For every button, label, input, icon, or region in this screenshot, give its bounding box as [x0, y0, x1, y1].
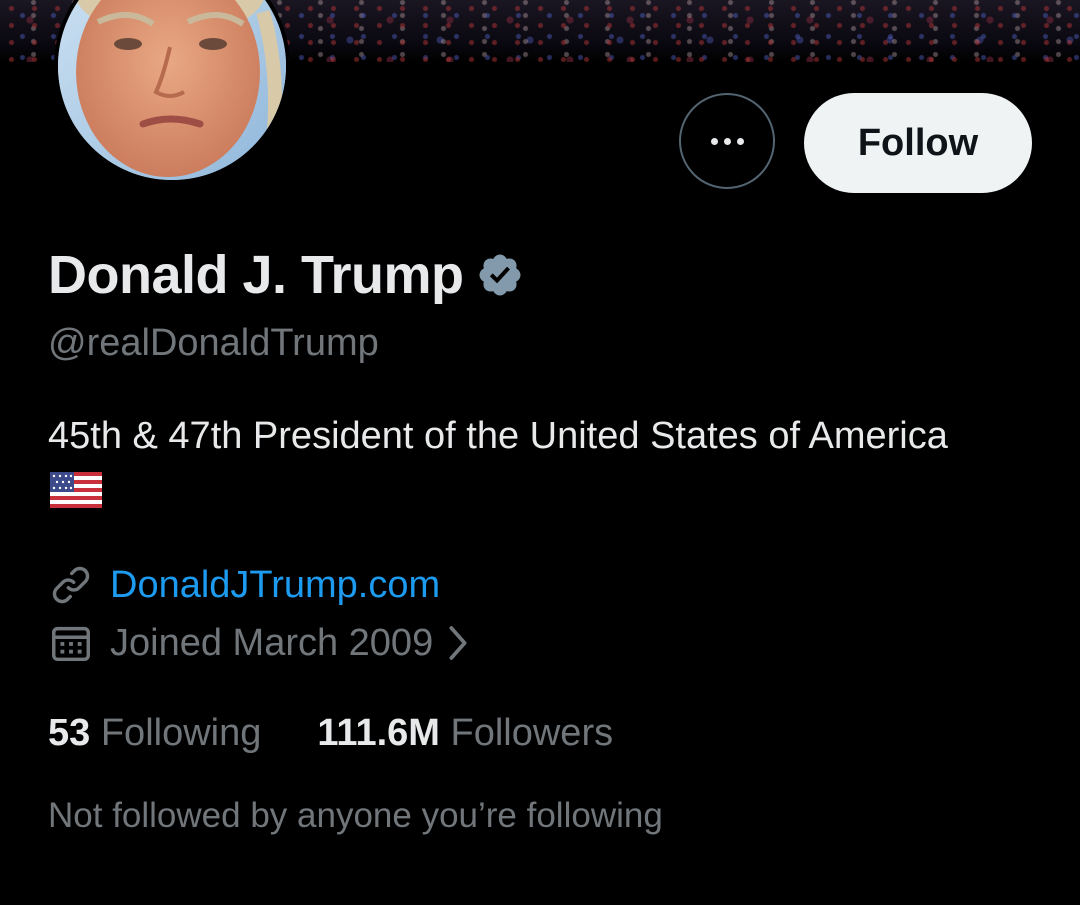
bio: 45th & 47th President of the United Stat… — [48, 408, 948, 520]
calendar-icon — [52, 626, 90, 662]
avatar-image — [58, 0, 286, 180]
followers-label: Followers — [450, 712, 614, 754]
name-row: Donald J. Trump — [48, 244, 524, 306]
joined-date: Joined March 2009 — [110, 621, 434, 664]
followers-count: 111.6M — [317, 712, 440, 754]
followed-by-context: Not followed by anyone you’re following — [48, 796, 663, 835]
website-row: DonaldJTrump.com — [48, 562, 440, 608]
followers-stat[interactable]: 111.6M Followers — [317, 712, 613, 755]
following-stat[interactable]: 53 Following — [48, 712, 261, 755]
chevron-right-icon — [449, 626, 467, 660]
following-count: 53 — [48, 712, 91, 754]
follow-stats: 53 Following 111.6M Followers — [48, 712, 669, 755]
website-link[interactable]: DonaldJTrump.com — [110, 564, 440, 607]
more-options-button[interactable] — [679, 93, 775, 189]
joined-row[interactable]: Joined March 2009 — [48, 620, 471, 666]
display-name: Donald J. Trump — [48, 245, 464, 305]
more-horizontal-icon — [708, 132, 747, 150]
bio-text: 45th & 47th President of the United Stat… — [48, 415, 948, 457]
handle: @realDonaldTrump — [48, 322, 379, 364]
avatar[interactable] — [54, 0, 290, 184]
verified-badge-icon[interactable] — [476, 251, 524, 299]
follow-button[interactable]: Follow — [804, 93, 1032, 193]
link-icon — [52, 566, 90, 604]
following-label: Following — [100, 712, 262, 754]
us-flag-icon — [50, 472, 102, 508]
